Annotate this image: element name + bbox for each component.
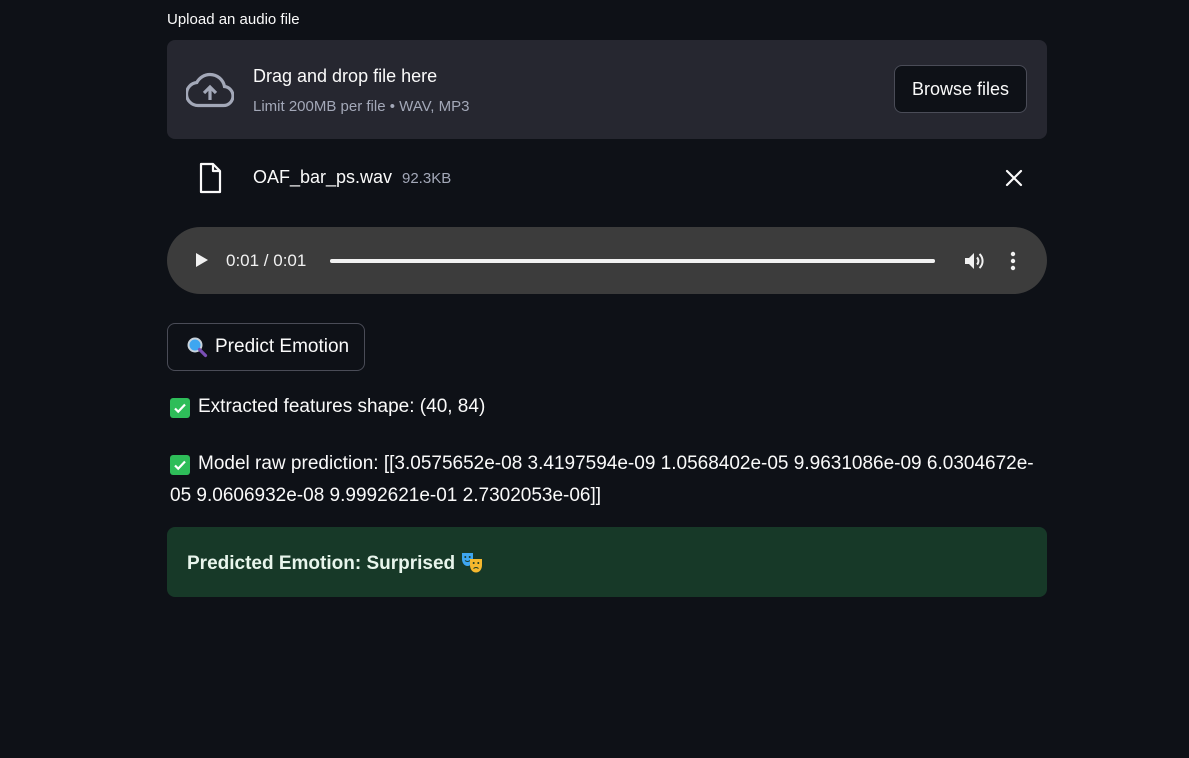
magnifier-icon xyxy=(187,337,208,358)
file-size: 92.3KB xyxy=(402,170,452,187)
cloud-upload-icon xyxy=(186,72,234,108)
upload-label: Upload an audio file xyxy=(167,11,300,28)
audio-player: 0:01 / 0:01 xyxy=(167,227,1047,294)
dropzone-subtitle: Limit 200MB per file • WAV, MP3 xyxy=(253,98,470,115)
predict-button-label: Predict Emotion xyxy=(215,336,350,357)
check-icon xyxy=(170,398,190,418)
uploaded-file-row: OAF_bar_ps.wav 92.3KB xyxy=(167,155,1047,200)
theater-masks-icon xyxy=(462,553,483,573)
dropzone-title: Drag and drop file here xyxy=(253,66,438,86)
prediction-result-text: Predicted Emotion: Surprised xyxy=(187,553,456,574)
close-icon[interactable] xyxy=(1003,167,1025,189)
predict-emotion-button[interactable]: Predict Emotion xyxy=(167,323,365,371)
file-icon xyxy=(199,162,222,194)
prediction-result-alert: Predicted Emotion: Surprised xyxy=(167,527,1047,597)
file-dropzone[interactable]: Drag and drop file here Limit 200MB per … xyxy=(167,40,1047,139)
raw-prediction-text: Model raw prediction: [[3.0575652e-08 3.… xyxy=(170,453,1034,506)
audio-progress-slider[interactable] xyxy=(330,259,935,263)
audio-time: 0:01 / 0:01 xyxy=(226,251,307,270)
volume-icon[interactable] xyxy=(962,249,986,273)
features-message: Extracted features shape: (40, 84) xyxy=(170,396,485,418)
raw-prediction-message: Model raw prediction: [[3.0575652e-08 3.… xyxy=(167,448,1047,512)
audio-progress-fill xyxy=(330,259,935,263)
prediction-result: Predicted Emotion: Surprised xyxy=(187,551,483,575)
more-vert-icon[interactable] xyxy=(1005,249,1021,273)
check-icon xyxy=(170,455,190,475)
features-text: Extracted features shape: (40, 84) xyxy=(198,396,486,417)
file-name: OAF_bar_ps.wav xyxy=(253,167,393,187)
browse-files-button[interactable]: Browse files xyxy=(894,65,1027,113)
play-icon[interactable] xyxy=(191,250,211,270)
